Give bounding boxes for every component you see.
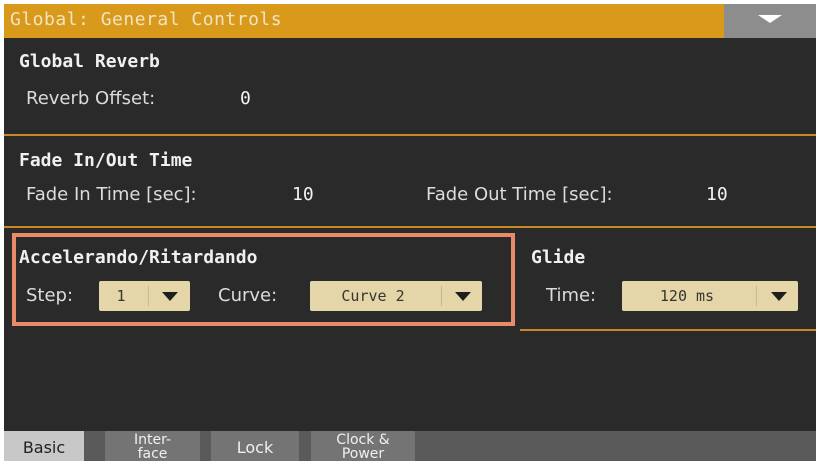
accelerando-ritardando-heading: Accelerando/Ritardando	[19, 247, 258, 268]
page-menu-button[interactable]	[724, 4, 816, 38]
glide-time-value: 120 ms	[659, 287, 715, 305]
dropdown-separator	[441, 286, 442, 306]
tab-lock-label: Lock	[236, 438, 274, 457]
tab-bar: Basic Inter- face Lock Clock & Power	[4, 431, 816, 461]
glide-time-dropdown[interactable]: 120 ms	[622, 281, 798, 311]
curve-dropdown[interactable]: Curve 2	[310, 281, 482, 311]
section-divider	[4, 226, 816, 228]
reverb-offset-value[interactable]: 0	[240, 88, 251, 110]
dropdown-separator	[756, 286, 757, 306]
tab-clock-power[interactable]: Clock & Power	[311, 431, 415, 461]
glide-heading: Glide	[531, 247, 586, 268]
dropdown-separator	[148, 286, 149, 306]
tab-basic[interactable]: Basic	[4, 431, 84, 461]
fade-in-time-label: Fade In Time [sec]:	[26, 184, 197, 205]
fade-in-time-value[interactable]: 10	[292, 184, 314, 206]
title-bar: Global: General Controls	[4, 4, 816, 38]
global-reverb-section: Global Reverb Reverb Offset: 0	[4, 38, 816, 134]
tab-lock[interactable]: Lock	[211, 431, 299, 461]
chevron-down-icon	[771, 292, 787, 301]
page-title: Global: General Controls	[10, 9, 283, 30]
fade-time-section: Fade In/Out Time Fade In Time [sec]: 10 …	[4, 138, 816, 224]
step-value: 1	[116, 287, 126, 305]
section-divider	[4, 134, 816, 136]
tab-interface[interactable]: Inter- face	[105, 431, 200, 461]
fade-out-time-label: Fade Out Time [sec]:	[426, 184, 613, 205]
glide-time-label: Time:	[546, 285, 597, 306]
chevron-down-icon	[758, 15, 782, 23]
tab-clock-power-label-line2: Power	[341, 446, 385, 462]
reverb-offset-label: Reverb Offset:	[26, 88, 156, 109]
chevron-down-icon	[455, 292, 471, 301]
fade-time-heading: Fade In/Out Time	[19, 150, 193, 171]
step-label: Step:	[26, 285, 74, 306]
curve-value: Curve 2	[341, 287, 405, 305]
section-divider	[520, 329, 816, 331]
glide-section: Glide Time: 120 ms	[524, 230, 816, 330]
chevron-down-icon	[162, 292, 178, 301]
tab-interface-label-line2: face	[137, 446, 168, 462]
global-general-controls-window: Global: General Controls Global Reverb R…	[4, 4, 816, 461]
curve-label: Curve:	[218, 285, 278, 306]
tab-basic-label: Basic	[22, 438, 66, 457]
fade-out-time-value[interactable]: 10	[706, 184, 728, 206]
global-reverb-heading: Global Reverb	[19, 51, 160, 72]
step-dropdown[interactable]: 1	[99, 281, 190, 311]
